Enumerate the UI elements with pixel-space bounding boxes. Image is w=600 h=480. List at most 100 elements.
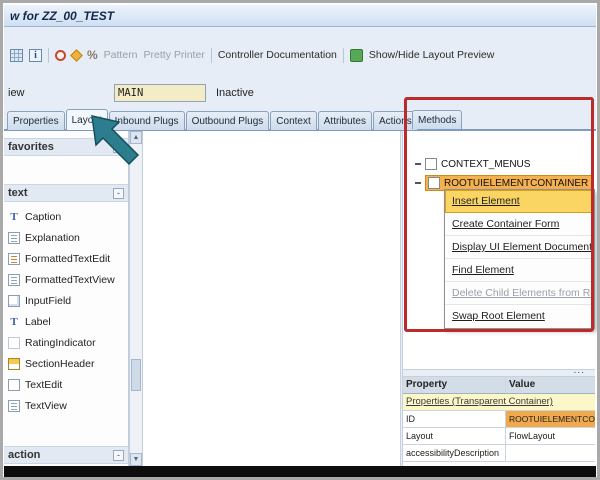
splitter-dots-icon: ... [574,365,585,376]
label-icon: T [8,316,20,328]
palette-section-favorites[interactable]: favorites - [4,138,128,156]
scroll-up-icon[interactable]: ▲ [130,131,142,144]
title-bar: w for ZZ_00_TEST [4,5,596,27]
formatted-text-view-icon [8,274,20,286]
tree-checkbox[interactable] [425,158,437,170]
bottom-bar [4,466,596,477]
layout-preview-icon[interactable] [350,49,363,62]
collapse-icon[interactable]: - [113,142,124,153]
caption-icon: T [8,211,20,223]
palette-item-label: Explanation [25,232,80,244]
palette-item-textview[interactable]: TextView [4,395,128,416]
palette-item-label: TextEdit [25,379,62,391]
pattern-button[interactable]: Pattern [104,49,138,61]
palette-item-sectionheader[interactable]: SectionHeader [4,353,128,374]
toolbar-separator [343,48,344,63]
palette-item-formattedtextedit[interactable]: FormattedTextEdit [4,248,128,269]
palette-item-formattedtextview[interactable]: FormattedTextView [4,269,128,290]
tree-checkbox[interactable] [428,177,440,189]
palette-item-label: SectionHeader [25,358,94,370]
palette-item-label: InputField [25,295,71,307]
context-menu: Insert Element Create Container Form Dis… [444,189,595,329]
menu-item-find-element[interactable]: Find Element [445,259,594,282]
tab-layout[interactable]: Layout [66,109,108,130]
tree-node-label[interactable]: ROOTUIELEMENTCONTAINER [444,178,588,189]
scrollbar-thumb[interactable] [131,359,141,391]
palette-item-ratingindicator[interactable]: RatingIndicator [4,332,128,353]
menu-item-create-container-form[interactable]: Create Container Form [445,213,594,236]
view-name-input[interactable] [114,84,206,102]
tree-node-context-menus[interactable]: CONTEXT_MENUS [415,158,530,170]
palette-item-caption[interactable]: T Caption [4,206,128,227]
rating-indicator-icon [8,337,20,349]
text-view-icon [8,400,20,412]
info-icon[interactable]: i [29,49,42,62]
value-column-header: Value [506,377,595,393]
ui-element-palette: favorites - text - T Caption Explanation… [4,131,129,466]
tab-inbound-plugs[interactable]: Inbound Plugs [109,111,185,130]
tab-strip: Properties Layout Inbound Plugs Outbound… [7,109,418,130]
palette-item-label[interactable]: T Label [4,311,128,332]
palette-section-action[interactable]: action - [4,446,128,464]
property-name: ID [403,411,506,427]
text-edit-icon [8,379,20,391]
property-value[interactable]: ROOTUIELEMENTCONTAINER [506,411,595,427]
collapse-icon[interactable]: - [113,450,124,461]
menu-item-display-ui-element-document[interactable]: Display UI Element Document [445,236,594,259]
star-icon[interactable] [70,49,83,62]
palette-item-label: Caption [25,211,61,223]
palette-item-label: RatingIndicator [25,337,96,349]
show-hide-layout-preview-button[interactable]: Show/Hide Layout Preview [369,49,494,61]
property-row-layout: Layout FlowLayout [403,428,595,445]
horizontal-splitter[interactable]: ... [403,369,595,377]
palette-item-inputfield[interactable]: InputField [4,290,128,311]
palette-section-label: action [8,449,40,461]
tab-context[interactable]: Context [270,111,316,130]
section-header-icon [8,358,20,370]
palette-item-label: FormattedTextEdit [25,253,110,265]
controller-documentation-button[interactable]: Controller Documentation [218,49,337,61]
property-group-link[interactable]: Properties (Transparent Container) [403,394,595,411]
toolbar-separator [48,48,49,63]
menu-item-swap-root-element[interactable]: Swap Root Element [445,305,594,328]
tab-methods[interactable]: Methods [412,110,462,129]
property-name: Layout [403,428,506,444]
property-value[interactable]: FlowLayout [506,428,595,444]
palette-item-list: T Caption Explanation FormattedTextEdit … [4,206,128,416]
tab-attributes[interactable]: Attributes [318,111,372,130]
formatted-text-edit-icon [8,253,20,265]
window-title: w for ZZ_00_TEST [10,9,114,23]
palette-item-label: Label [25,316,51,328]
pretty-printer-button[interactable]: Pretty Printer [144,49,205,61]
app-window: w for ZZ_00_TEST i % Pattern Pretty Prin… [0,0,600,480]
tree-bullet [415,163,421,165]
view-label: iew [8,87,25,99]
property-row-accessibility: accessibilityDescription [403,445,595,462]
palette-item-label: TextView [25,400,67,412]
clock-icon[interactable] [55,50,66,61]
property-name: accessibilityDescription [403,445,506,461]
property-column-header: Property [403,377,506,393]
palette-item-textedit[interactable]: TextEdit [4,374,128,395]
layout-grid-icon[interactable] [10,49,23,62]
menu-item-insert-element[interactable]: Insert Element [445,190,594,213]
percent-icon[interactable]: % [87,49,98,62]
property-table-header: Property Value [403,377,595,394]
tab-properties[interactable]: Properties [7,111,65,130]
toolbar: i % Pattern Pretty Printer Controller Do… [10,46,494,64]
palette-scrollbar[interactable]: ▲ ▼ [129,131,143,466]
property-row-id: ID ROOTUIELEMENTCONTAINER [403,411,595,428]
input-field-icon [8,295,20,307]
palette-section-text[interactable]: text - [4,184,128,202]
explanation-icon [8,232,20,244]
collapse-icon[interactable]: - [113,188,124,199]
tab-outbound-plugs[interactable]: Outbound Plugs [186,111,270,130]
menu-item-delete-child-elements: Delete Child Elements from Root [445,282,594,305]
property-value[interactable] [506,445,595,461]
palette-item-explanation[interactable]: Explanation [4,227,128,248]
palette-item-label: FormattedTextView [25,274,115,286]
property-table: Property Value Properties (Transparent C… [403,377,595,466]
layout-design-canvas[interactable] [143,131,400,466]
scroll-down-icon[interactable]: ▼ [130,453,142,466]
tree-node-label[interactable]: CONTEXT_MENUS [441,159,530,170]
